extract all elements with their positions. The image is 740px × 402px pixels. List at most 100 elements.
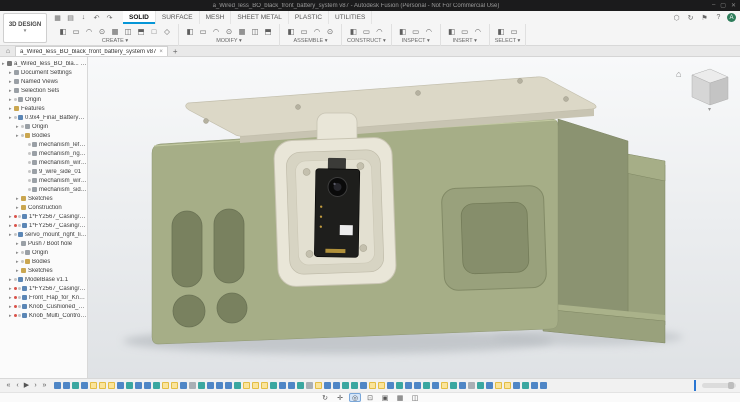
measure-icon[interactable]: ◧ [397, 26, 409, 37]
rigid-group-icon[interactable]: ⊙ [324, 26, 336, 37]
visibility-icon[interactable] [28, 179, 31, 182]
visibility-icon[interactable] [28, 188, 31, 191]
browser-item[interactable]: ▸ Document Settings [0, 68, 87, 77]
step-back-icon[interactable]: ‹ [13, 380, 22, 392]
viewcube-menu-icon[interactable]: ▾ [708, 107, 711, 113]
timeline-feature[interactable] [513, 382, 520, 389]
joint-icon[interactable]: ▭ [298, 26, 310, 37]
browser-item[interactable]: mechanism_left_side_02 [0, 140, 87, 149]
browser-item[interactable]: ▸ Selection Sets [0, 86, 87, 95]
close-tab-icon[interactable]: × [159, 49, 163, 55]
timeline-feature[interactable] [324, 382, 331, 389]
timeline-feature[interactable] [189, 382, 196, 389]
timeline-feature[interactable] [423, 382, 430, 389]
file-menu-icon[interactable]: ▤ [65, 12, 76, 23]
timeline-feature[interactable] [522, 382, 529, 389]
timeline-slider-knob[interactable] [728, 382, 734, 389]
browser-item[interactable]: mechanism_side_m_08 [0, 185, 87, 194]
timeline-feature[interactable] [63, 382, 70, 389]
tab-utilities[interactable]: UTILITIES [329, 11, 372, 24]
browser-item[interactable]: ▸ a_Wired_less_BO_bla... v87 [0, 59, 87, 68]
viewcube-home-icon[interactable]: ⌂ [676, 69, 681, 79]
timeline-feature[interactable] [477, 382, 484, 389]
maximize-icon[interactable]: ▢ [720, 2, 726, 9]
browser-item[interactable]: ▸ Origin [0, 122, 87, 131]
timeline-feature[interactable] [252, 382, 259, 389]
timeline-feature[interactable] [531, 382, 538, 389]
browser-item[interactable]: ▸ Construction [0, 203, 87, 212]
timeline-feature[interactable] [135, 382, 142, 389]
pattern-icon[interactable]: □ [148, 26, 160, 37]
browser-item[interactable]: ▸ Features [0, 104, 87, 113]
sweep-icon[interactable]: ⊙ [96, 26, 108, 37]
browser-item[interactable]: ▸ servo_mount_right_libs_grip:1 [0, 230, 87, 239]
thread-icon[interactable]: ⬒ [135, 26, 147, 37]
timeline-feature[interactable] [288, 382, 295, 389]
browser-item[interactable]: ▸ Bodies [0, 257, 87, 266]
browser-item[interactable]: ▸ ModelBase v1.1 [0, 275, 87, 284]
viewport[interactable]: ⌂ ▾ [88, 57, 740, 378]
visibility-icon[interactable] [18, 296, 21, 299]
browser-item[interactable]: ▸ Origin [0, 95, 87, 104]
timeline-feature[interactable] [126, 382, 133, 389]
job-status-icon[interactable]: ↻ [685, 12, 696, 23]
ribbon-group-label[interactable]: INSERT ▾ [446, 38, 484, 44]
visibility-icon[interactable] [28, 170, 31, 173]
timeline-feature[interactable] [396, 382, 403, 389]
visibility-icon[interactable] [21, 125, 24, 128]
point-icon[interactable]: ◠ [373, 26, 385, 37]
timeline-feature[interactable] [81, 382, 88, 389]
decal-icon[interactable]: ▭ [459, 26, 471, 37]
workspace-selector[interactable]: 3D DESIGN ▾ [3, 13, 47, 43]
viewcube-cube[interactable] [692, 69, 728, 105]
extrude-icon[interactable]: ▭ [70, 26, 82, 37]
browser-item[interactable]: ▸ Named Views [0, 77, 87, 86]
timeline-feature[interactable] [225, 382, 232, 389]
orbit-icon[interactable]: ↻ [319, 393, 331, 402]
view-cube[interactable]: ⌂ ▾ [674, 61, 734, 113]
new-component-icon[interactable]: ◧ [285, 26, 297, 37]
timeline-feature[interactable] [117, 382, 124, 389]
timeline-feature[interactable] [486, 382, 493, 389]
offset-plane-icon[interactable]: ◧ [347, 26, 359, 37]
redo-icon[interactable]: ↷ [104, 12, 115, 23]
timeline-feature[interactable] [369, 382, 376, 389]
timeline-feature[interactable] [333, 382, 340, 389]
selection-filter-icon[interactable]: ▭ [508, 26, 520, 37]
timeline-feature[interactable] [153, 382, 160, 389]
timeline-feature[interactable] [180, 382, 187, 389]
visibility-icon[interactable] [14, 116, 17, 119]
timeline-feature[interactable] [504, 382, 511, 389]
tab-plastic[interactable]: PLASTIC [289, 11, 329, 24]
browser-item[interactable]: ▸ Knob_Cushioned_End_Point:1 [0, 302, 87, 311]
home-icon[interactable]: ⌂ [3, 48, 13, 55]
ribbon-group-label[interactable]: SELECT ▾ [495, 38, 521, 44]
timeline-feature[interactable] [144, 382, 151, 389]
display-settings-icon[interactable]: ▣ [379, 393, 391, 402]
browser-item[interactable]: ▸ Knob_Multi_Control_Panel:1 [0, 311, 87, 320]
go-to-start-icon[interactable]: « [4, 380, 13, 392]
minimize-icon[interactable]: – [712, 2, 715, 9]
browser-item[interactable]: ▸ Origin [0, 248, 87, 257]
timeline-feature[interactable] [378, 382, 385, 389]
browser-item[interactable]: mechanism_right_side_02 [0, 149, 87, 158]
timeline-feature[interactable] [234, 382, 241, 389]
split-body-icon[interactable]: ▦ [236, 26, 248, 37]
revolve-icon[interactable]: ◠ [83, 26, 95, 37]
timeline-feature[interactable] [108, 382, 115, 389]
as-built-joint-icon[interactable]: ◠ [311, 26, 323, 37]
grid-settings-icon[interactable]: ▦ [394, 393, 406, 402]
visibility-icon[interactable] [28, 161, 31, 164]
visibility-icon[interactable] [18, 215, 21, 218]
mirror-icon[interactable]: ◇ [161, 26, 173, 37]
ribbon-group-label[interactable]: MODIFY ▾ [184, 38, 274, 44]
browser-item[interactable]: 9_wire_side_01 [0, 167, 87, 176]
save-icon[interactable]: ↓ [78, 12, 89, 23]
timeline-feature[interactable] [351, 382, 358, 389]
viewports-icon[interactable]: ◫ [409, 393, 421, 402]
ribbon-group-label[interactable]: ASSEMBLE ▾ [285, 38, 336, 44]
axis-icon[interactable]: ▭ [360, 26, 372, 37]
loft-icon[interactable]: ▦ [109, 26, 121, 37]
timeline-feature[interactable] [54, 382, 61, 389]
timeline-feature[interactable] [171, 382, 178, 389]
